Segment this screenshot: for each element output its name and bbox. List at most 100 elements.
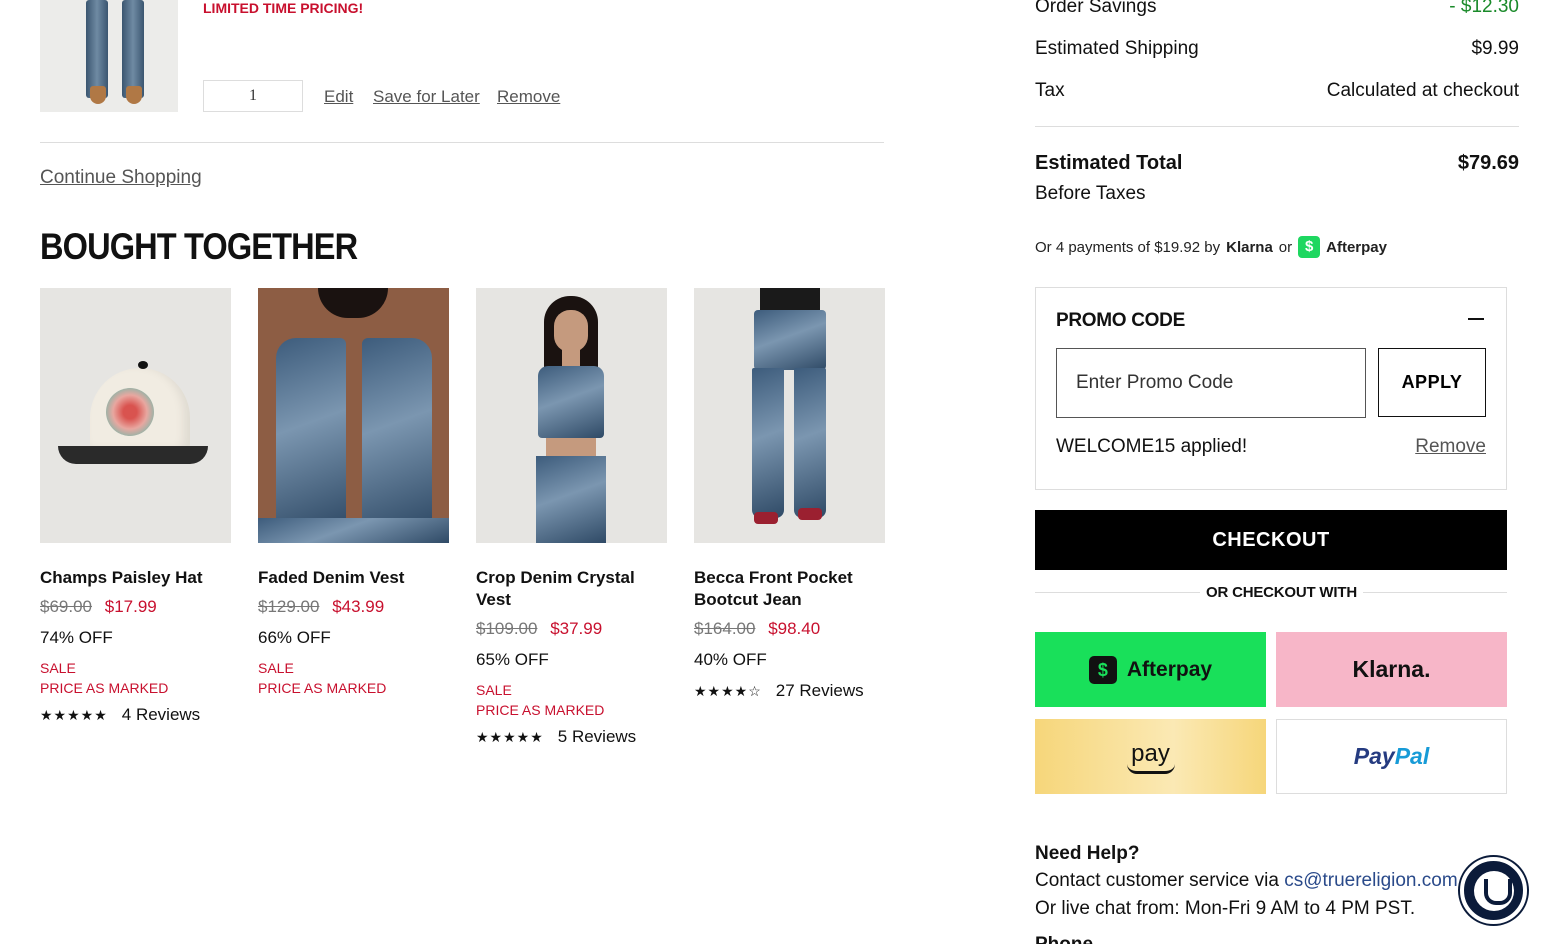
hat-button <box>138 361 148 369</box>
crop-vest <box>538 366 604 438</box>
promo-code-title[interactable]: PROMO CODE <box>1056 310 1185 332</box>
jean-leg-left <box>752 368 784 518</box>
product-image-jean[interactable] <box>694 288 885 543</box>
save-for-later-link[interactable]: Save for Later <box>373 87 480 107</box>
shipping-label: Estimated Shipping <box>1035 38 1199 59</box>
product-prices: $164.00 $98.40 <box>694 619 885 639</box>
continue-shopping-link[interactable]: Continue Shopping <box>40 167 202 189</box>
product-rating[interactable]: ★★★★★ 4 Reviews <box>40 705 231 725</box>
product-card[interactable]: Champs Paisley Hat $69.00 $17.99 74% OFF… <box>40 288 231 725</box>
original-price: $164.00 <box>694 619 756 638</box>
product-name[interactable]: Champs Paisley Hat <box>40 567 231 589</box>
sale-note: PRICE AS MARKED <box>476 702 605 718</box>
order-savings-row: Order Savings - $12.30 <box>1035 0 1519 18</box>
heel-left <box>754 512 778 524</box>
phone-label: Phone <box>1035 934 1093 944</box>
product-prices: $69.00 $17.99 <box>40 597 231 617</box>
sale-price: $98.40 <box>768 619 821 638</box>
model-neck <box>562 348 580 368</box>
installments-text: Or 4 payments of $19.92 by <box>1035 238 1221 256</box>
sale-tag: SALE PRICE AS MARKED <box>258 658 449 698</box>
product-name[interactable]: Crop Denim Crystal Vest <box>476 567 667 611</box>
product-card[interactable]: Becca Front Pocket Bootcut Jean $164.00 … <box>694 288 885 701</box>
star-rating-icon: ★★★★★ <box>476 728 544 745</box>
model-jeans <box>536 456 606 543</box>
contact-text: Contact customer service via <box>1035 870 1279 891</box>
bought-together-title: BOUGHT TOGETHER <box>40 226 358 267</box>
afterpay-icon: $ <box>1088 655 1117 684</box>
order-savings-label: Order Savings <box>1035 0 1157 17</box>
promo-remove-link[interactable]: Remove <box>1415 436 1486 458</box>
afterpay-button[interactable]: $ Afterpay <box>1035 632 1266 707</box>
sale-price: $17.99 <box>104 597 157 616</box>
review-count[interactable]: 4 Reviews <box>122 705 200 725</box>
product-rating[interactable]: ★★★★★ 5 Reviews <box>476 727 667 747</box>
paypal-button[interactable]: Pay Pal <box>1276 719 1507 794</box>
promo-code-input[interactable] <box>1056 348 1366 418</box>
afterpay-logo[interactable]: Afterpay <box>1326 239 1387 256</box>
shipping-value: $9.99 <box>1471 38 1519 59</box>
product-card[interactable]: Faded Denim Vest $129.00 $43.99 66% OFF … <box>258 288 449 698</box>
sale-price: $37.99 <box>550 619 603 638</box>
apply-button[interactable]: APPLY <box>1378 348 1486 417</box>
product-image-crop-vest[interactable] <box>476 288 667 543</box>
product-image-vest[interactable] <box>258 288 449 543</box>
hat-logo <box>106 388 154 436</box>
cart-divider <box>40 142 884 143</box>
model-face <box>554 310 588 352</box>
amazon-pay-button[interactable]: pay <box>1035 719 1266 794</box>
jean-leg-left <box>86 0 108 98</box>
cart-item-image[interactable] <box>40 0 178 112</box>
review-count[interactable]: 5 Reviews <box>558 727 636 747</box>
model-top <box>760 288 820 312</box>
remove-item-link[interactable]: Remove <box>497 87 560 107</box>
review-count[interactable]: 27 Reviews <box>776 681 864 701</box>
product-rating[interactable]: ★★★★☆ 27 Reviews <box>694 681 885 701</box>
collapse-minus-icon[interactable] <box>1468 318 1484 320</box>
limited-time-pricing: LIMITED TIME PRICING! <box>203 0 364 16</box>
product-name[interactable]: Faded Denim Vest <box>258 567 449 589</box>
original-price: $69.00 <box>40 597 92 616</box>
original-price: $109.00 <box>476 619 538 638</box>
quantity-field[interactable]: 1 <box>203 80 303 112</box>
installments-info: Or 4 payments of $19.92 by Klarna or $ A… <box>1035 236 1387 258</box>
sale-price: $43.99 <box>332 597 385 616</box>
before-taxes-label: Before Taxes <box>1035 183 1146 204</box>
jean-leg-right <box>122 0 144 98</box>
vest-left-panel <box>276 338 346 528</box>
star-rating-icon: ★★★★☆ <box>694 682 762 699</box>
sale-note: PRICE AS MARKED <box>258 680 387 696</box>
tax-value: Calculated at checkout <box>1326 80 1519 101</box>
klarna-logo[interactable]: Klarna <box>1226 239 1273 256</box>
contact-line: Contact customer service via cs@truereli… <box>1035 870 1458 892</box>
tax-label: Tax <box>1035 80 1065 101</box>
edit-link[interactable]: Edit <box>324 87 353 107</box>
order-savings-value: - $12.30 <box>1449 0 1519 17</box>
need-help-title: Need Help? <box>1035 843 1140 864</box>
shoe-left <box>90 86 106 104</box>
sale-tag: SALE PRICE AS MARKED <box>40 658 231 698</box>
shoe-right <box>126 86 142 104</box>
jean-hips <box>754 310 826 370</box>
paypal-pal-label: Pal <box>1394 743 1430 769</box>
discount-percent: 66% OFF <box>258 628 331 647</box>
product-card[interactable]: Crop Denim Crystal Vest $109.00 $37.99 6… <box>476 288 667 747</box>
original-price: $129.00 <box>258 597 320 616</box>
or-checkout-with-label: OR CHECKOUT WITH <box>1200 584 1363 601</box>
product-name[interactable]: Becca Front Pocket Bootcut Jean <box>694 567 885 611</box>
chat-widget-icon[interactable] <box>1460 857 1527 924</box>
sale-label: SALE <box>258 660 294 676</box>
checkout-button[interactable]: CHECKOUT <box>1035 510 1507 570</box>
support-email-link[interactable]: cs@truereligion.com <box>1284 870 1457 891</box>
summary-divider <box>1035 126 1519 127</box>
hat-brim <box>58 446 208 464</box>
heel-right <box>798 508 822 520</box>
product-image-hat[interactable] <box>40 288 231 543</box>
sale-tag: SALE PRICE AS MARKED <box>476 680 667 720</box>
promo-code-panel: PROMO CODE APPLY WELCOME15 applied! Remo… <box>1035 287 1507 490</box>
discount-percent: 74% OFF <box>40 628 113 647</box>
paypal-pay-label: Pay <box>1353 743 1395 769</box>
model-midriff <box>546 438 596 458</box>
or-text: or <box>1278 238 1293 256</box>
klarna-button[interactable]: Klarna. <box>1276 632 1507 707</box>
